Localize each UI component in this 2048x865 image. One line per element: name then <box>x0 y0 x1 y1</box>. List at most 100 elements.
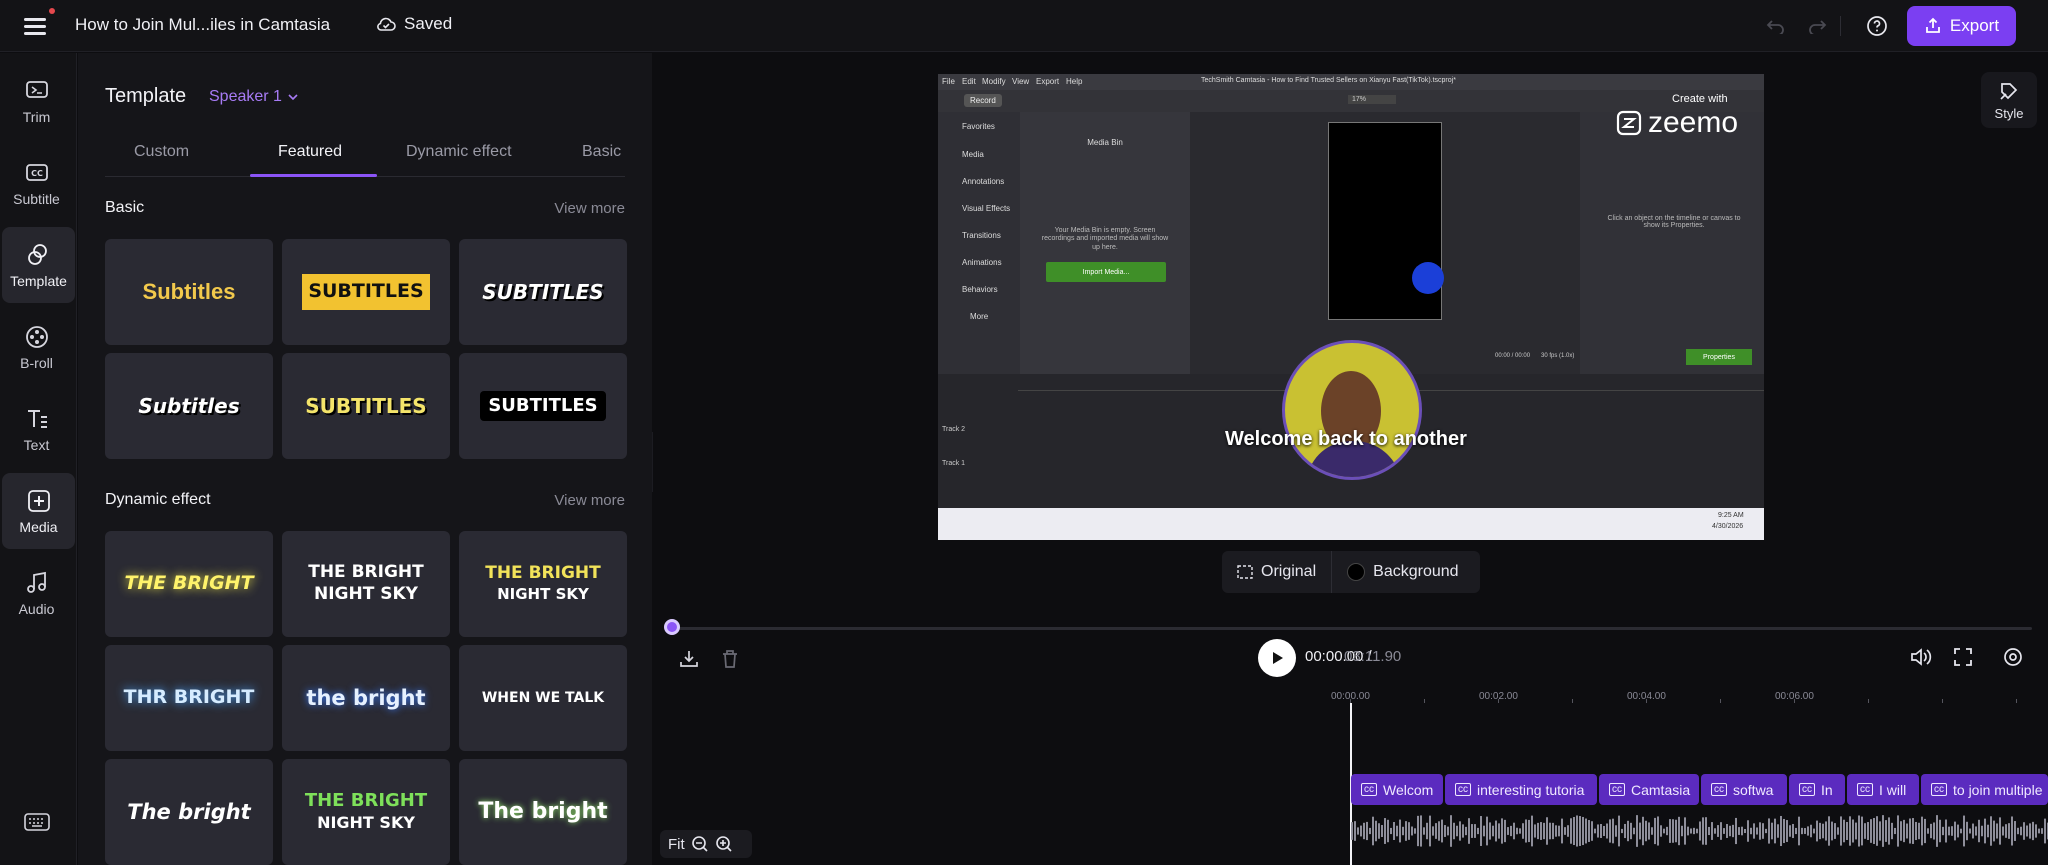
template-card[interactable]: SUBTITLES <box>459 353 627 459</box>
waveform-bar <box>1684 817 1686 845</box>
menu-button[interactable] <box>24 14 50 38</box>
waveform-bar <box>1411 826 1413 836</box>
text-icon <box>27 409 47 428</box>
template-card[interactable]: THR BRIGHT <box>105 645 273 751</box>
rail-item-trim[interactable]: Trim <box>0 63 73 139</box>
rail-item-subtitle[interactable]: CC Subtitle <box>0 145 73 221</box>
template-card[interactable]: The bright <box>459 759 627 865</box>
zoom-in-icon[interactable] <box>715 835 733 853</box>
speaker-dropdown[interactable]: Speaker 1 <box>209 88 298 106</box>
template-card[interactable]: SUBTITLES <box>282 239 450 345</box>
subtitle-clip[interactable]: cc to join multiple <box>1921 774 2048 805</box>
play-button[interactable] <box>1258 639 1296 677</box>
waveform-bar <box>1678 816 1680 846</box>
template-tabs: Custom Featured Dynamic effect Basic <box>105 133 625 177</box>
subtitle-clip[interactable]: cc In <box>1789 774 1845 805</box>
template-card[interactable]: the bright <box>282 645 450 751</box>
settings-icon[interactable] <box>2001 645 2025 669</box>
template-card[interactable]: Subtitles <box>105 239 273 345</box>
volume-icon[interactable] <box>1909 645 1933 669</box>
waveform-bar <box>1909 818 1911 844</box>
rail-item-audio[interactable]: Audio <box>0 555 73 631</box>
waveform-bar <box>1852 819 1854 843</box>
waveform-bar <box>1816 820 1818 842</box>
tab-dynamic-effect[interactable]: Dynamic effect <box>406 143 512 161</box>
waveform-bar <box>1624 823 1626 839</box>
waveform-bar <box>1720 822 1722 840</box>
speaker-avatar <box>1282 340 1422 480</box>
style-button[interactable]: Style <box>1981 72 2037 128</box>
waveform-bar <box>1786 820 1788 842</box>
waveform-bar <box>1432 826 1434 836</box>
fullscreen-icon[interactable] <box>1951 645 1975 669</box>
project-title[interactable]: How to Join Mul...iles in Camtasia <box>75 15 330 35</box>
template-card[interactable]: The bright <box>105 759 273 865</box>
template-card[interactable]: THE BRIGHT NIGHT SKY <box>459 531 627 637</box>
ruler-tick <box>1720 699 1721 703</box>
waveform-bar <box>1597 824 1599 838</box>
broll-icon <box>25 325 48 348</box>
svg-text:CC: CC <box>31 169 43 178</box>
template-card[interactable]: WHEN WE TALK <box>459 645 627 751</box>
zeemo-logo-icon <box>1616 110 1642 136</box>
waveform-bar <box>1495 820 1497 842</box>
template-card[interactable]: SUBTITLES <box>282 353 450 459</box>
subtitle-clip[interactable]: cc interesting tutoria <box>1445 774 1597 805</box>
waveform-bar <box>1357 827 1359 835</box>
subtitle-clip[interactable]: cc I will <box>1847 774 1919 805</box>
basic-view-more[interactable]: View more <box>554 200 625 217</box>
waveform-bar <box>1474 824 1476 838</box>
zoom-out-icon[interactable] <box>691 835 709 853</box>
rail-item-media[interactable]: Media <box>2 473 75 549</box>
screen-nav-item: Annotations <box>962 177 1005 186</box>
waveform-bar <box>1615 825 1617 837</box>
zoom-fit-label[interactable]: Fit <box>668 836 685 853</box>
trash-icon[interactable] <box>718 647 742 671</box>
original-label: Original <box>1261 563 1317 580</box>
waveform-bar <box>1663 828 1665 834</box>
undo-icon[interactable] <box>1764 14 1788 38</box>
tab-basic[interactable]: Basic <box>582 143 621 161</box>
download-icon[interactable] <box>677 647 701 671</box>
subtitle-clip[interactable]: cc softwa <box>1701 774 1787 805</box>
template-card[interactable]: THE BRIGHT <box>105 531 273 637</box>
scrub-bar[interactable] <box>672 627 2032 630</box>
screen-record: Record <box>964 94 1002 107</box>
waveform-bar <box>1564 827 1566 835</box>
rail-item-broll[interactable]: B-roll <box>0 309 73 385</box>
waveform-bar <box>1855 822 1857 840</box>
template-card[interactable]: Subtitles <box>105 353 273 459</box>
cc-icon: cc <box>1361 783 1377 796</box>
original-option[interactable]: Original <box>1222 551 1331 593</box>
waveform-bar <box>1888 817 1890 845</box>
redo-icon[interactable] <box>1805 14 1829 38</box>
waveform-bar <box>1954 821 1956 841</box>
dynamic-view-more[interactable]: View more <box>554 492 625 509</box>
ruler-tick <box>1646 699 1647 703</box>
card-line-a: THE BRIGHT <box>485 563 601 584</box>
rail-item-text[interactable]: Text <box>0 391 73 467</box>
waveform-bar <box>1822 823 1824 839</box>
waveform-bar <box>1486 816 1488 846</box>
audio-waveform[interactable] <box>1351 812 2048 850</box>
waveform-bar <box>1729 825 1731 837</box>
basic-section-title: Basic <box>105 199 145 216</box>
template-card[interactable]: THE BRIGHT NIGHT SKY <box>282 531 450 637</box>
subtitle-caption[interactable]: Welcome back to another <box>1225 428 1467 451</box>
help-icon[interactable] <box>1865 14 1889 38</box>
template-card[interactable]: SUBTITLES <box>459 239 627 345</box>
background-option[interactable]: Background <box>1332 551 1473 593</box>
keyboard-icon[interactable] <box>24 812 50 832</box>
scrub-knob[interactable] <box>664 619 680 635</box>
tab-custom[interactable]: Custom <box>134 143 189 161</box>
waveform-bar <box>1897 815 1899 847</box>
tab-featured[interactable]: Featured <box>278 143 342 161</box>
rail-label-trim: Trim <box>22 108 51 125</box>
subtitle-clip[interactable]: cc Camtasia <box>1599 774 1699 805</box>
subtitle-clip[interactable]: cc Welcom <box>1351 774 1443 805</box>
rail-item-template[interactable]: Template <box>2 227 75 303</box>
template-card[interactable]: THE BRIGHT NIGHT SKY <box>282 759 450 865</box>
export-button[interactable]: Export <box>1907 6 2016 46</box>
waveform-bar <box>1552 822 1554 840</box>
waveform-bar <box>1801 827 1803 835</box>
